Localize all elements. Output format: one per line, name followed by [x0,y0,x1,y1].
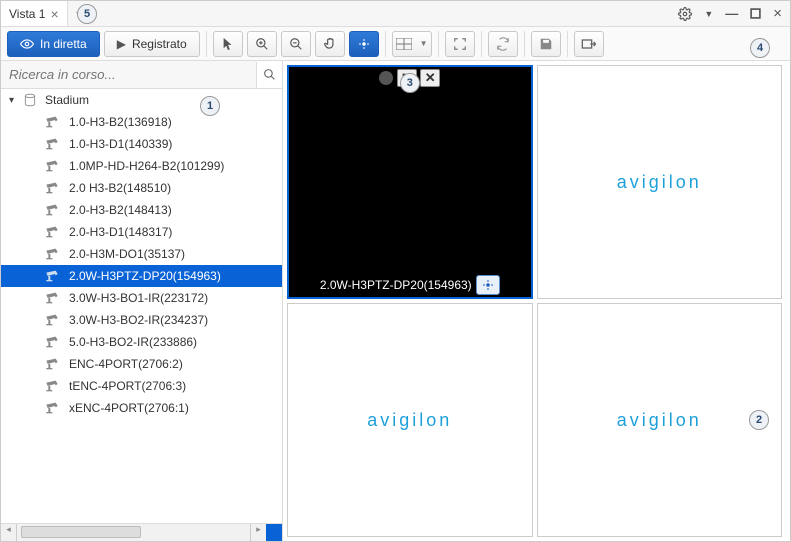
layout-button[interactable]: ▼ [392,31,432,57]
recorded-label: Registrato [132,37,187,51]
site-name: Stadium [45,93,89,107]
callout-5: 5 [77,4,97,24]
camera-icon [45,248,61,260]
camera-icon [45,116,61,128]
toolbar: In diretta ▶ Registrato ▼ 4 [1,27,790,61]
camera-row[interactable]: 1.0-H3-D1(140339) [1,133,282,155]
save-button[interactable] [531,31,561,57]
callout-4: 4 [750,38,770,58]
camera-name: 1.0-H3-B2(136918) [69,115,172,129]
camera-name: 2.0-H3-B2(148413) [69,203,172,217]
camera-icon [45,402,61,414]
callout-1: 1 [200,96,220,116]
video-pane-1[interactable]: ✕ 2.0W-H3PTZ-DP20(154963) 3 [287,65,533,299]
camera-row[interactable]: 1.0-H3-B2(136918) [1,111,282,133]
avigilon-logo: avigilon [617,410,702,431]
camera-row[interactable]: ENC-4PORT(2706:2) [1,353,282,375]
record-indicator-icon [379,71,393,85]
avigilon-logo: avigilon [617,172,702,193]
camera-name: 5.0-H3-BO2-IR(233886) [69,335,197,349]
refresh-button[interactable] [488,31,518,57]
pointer-tool[interactable] [213,31,243,57]
window-controls: ▼ — × [678,5,790,22]
camera-icon [45,138,61,150]
camera-name: 2.0-H3-D1(148317) [69,225,172,239]
close-tab-icon[interactable]: × [50,7,58,21]
horizontal-scrollbar[interactable]: ◂ ▸ [1,523,282,541]
camera-row[interactable]: 2.0W-H3PTZ-DP20(154963) [1,265,282,287]
main-body: ▾ Stadium 1.0-H3-B2(136918) 1.0-H3-D1(140… [1,61,790,541]
camera-icon [45,160,61,172]
camera-icon [45,204,61,216]
camera-name: 2.0W-H3PTZ-DP20(154963) [69,269,221,283]
camera-name: 1.0MP-HD-H264-B2(101299) [69,159,224,173]
camera-row[interactable]: 2.0-H3-B2(148413) [1,199,282,221]
site-row[interactable]: ▾ Stadium [1,89,282,111]
live-label: In diretta [40,37,87,51]
view-grid: ✕ 2.0W-H3PTZ-DP20(154963) 3 avigilon avi… [283,61,790,541]
ptz-tool[interactable] [349,31,379,57]
video-pane-2[interactable]: avigilon [537,65,783,299]
camera-icon [45,358,61,370]
zoom-out-tool[interactable] [281,31,311,57]
video-pane-4[interactable]: avigilon 2 [537,303,783,537]
camera-row[interactable]: 2.0 H3-B2(148510) [1,177,282,199]
video-pane-3[interactable]: avigilon [287,303,533,537]
sidebar: ▾ Stadium 1.0-H3-B2(136918) 1.0-H3-D1(140… [1,61,283,541]
camera-name: 1.0-H3-D1(140339) [69,137,172,151]
search-input[interactable] [1,61,256,88]
camera-name: xENC-4PORT(2706:1) [69,401,189,415]
tab-title: Vista 1 [9,7,45,21]
camera-icon [45,292,61,304]
camera-row[interactable]: 3.0W-H3-BO2-IR(234237) [1,309,282,331]
close-pane-icon[interactable]: ✕ [420,69,440,87]
camera-name: 3.0W-H3-BO1-IR(223172) [69,291,208,305]
fullscreen-button[interactable] [445,31,475,57]
pan-tool[interactable] [315,31,345,57]
camera-name: 3.0W-H3-BO2-IR(234237) [69,313,208,327]
camera-icon [45,226,61,238]
ptz-control-icon[interactable] [476,275,500,295]
video-pane-footer: 2.0W-H3PTZ-DP20(154963) [316,273,504,297]
camera-icon [45,182,61,194]
camera-row[interactable]: xENC-4PORT(2706:1) [1,397,282,419]
callout-2: 2 [749,410,769,430]
camera-row[interactable]: 2.0-H3M-DO1(35137) [1,243,282,265]
camera-icon [45,380,61,392]
callout-3: 3 [400,73,420,93]
camera-row[interactable]: tENC-4PORT(2706:3) [1,375,282,397]
camera-name: 2.0-H3M-DO1(35137) [69,247,185,261]
search-bar [1,61,282,89]
maximize-icon[interactable] [750,8,761,19]
avigilon-logo: avigilon [367,410,452,431]
tab-bar: Vista 1 × + 5 ▼ — × [1,1,790,27]
collapse-icon[interactable]: ▾ [9,95,19,106]
zoom-in-tool[interactable] [247,31,277,57]
close-window-icon[interactable]: × [773,5,782,22]
camera-row[interactable]: 5.0-H3-BO2-IR(233886) [1,331,282,353]
minimize-icon[interactable]: — [725,6,738,21]
camera-row[interactable]: 1.0MP-HD-H264-B2(101299) [1,155,282,177]
gear-icon[interactable] [678,7,692,21]
camera-icon [45,314,61,326]
recorded-button[interactable]: ▶ Registrato [104,31,200,57]
camera-icon [45,270,61,282]
camera-name: ENC-4PORT(2706:2) [69,357,183,371]
video-label: 2.0W-H3PTZ-DP20(154963) [320,278,472,292]
play-icon: ▶ [117,37,126,51]
site-icon [23,93,37,107]
live-button[interactable]: In diretta [7,31,100,57]
camera-name: tENC-4PORT(2706:3) [69,379,186,393]
camera-icon [45,336,61,348]
camera-row[interactable]: 3.0W-H3-BO1-IR(223172) [1,287,282,309]
camera-name: 2.0 H3-B2(148510) [69,181,171,195]
export-button[interactable] [574,31,604,57]
search-icon[interactable] [256,62,282,88]
camera-row[interactable]: 2.0-H3-D1(148317) [1,221,282,243]
view-tab[interactable]: Vista 1 × [1,1,68,26]
camera-tree: ▾ Stadium 1.0-H3-B2(136918) 1.0-H3-D1(140… [1,89,282,523]
